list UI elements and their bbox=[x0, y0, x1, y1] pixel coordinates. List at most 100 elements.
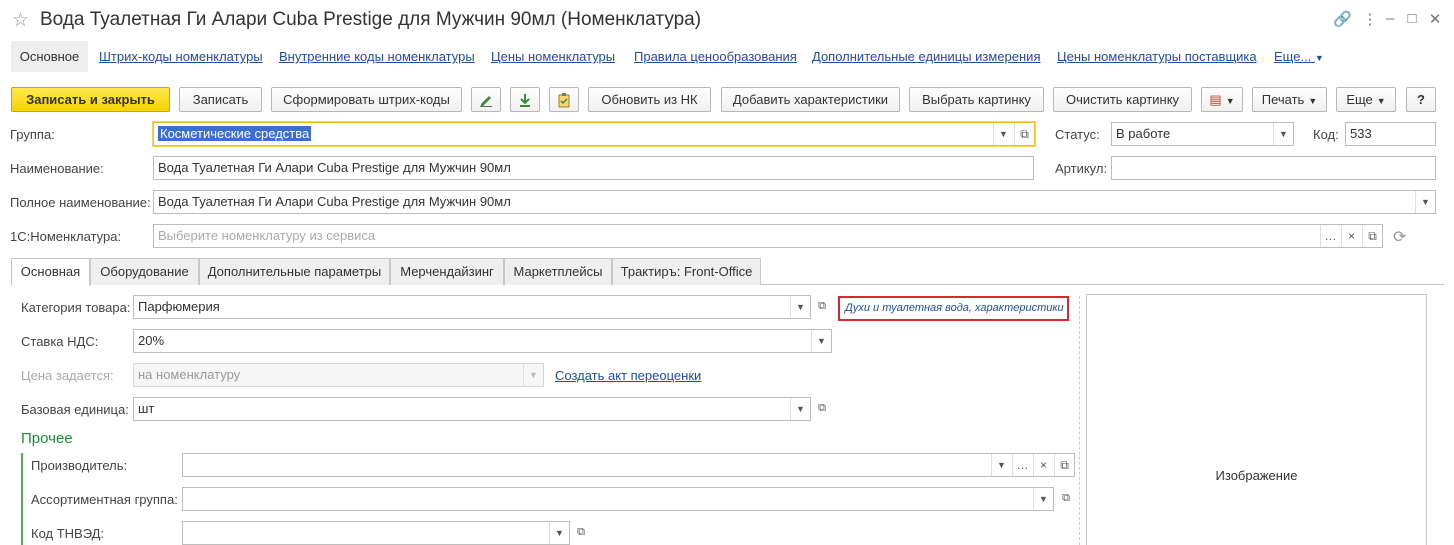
manufacturer-open-icon[interactable]: ⧉ bbox=[1054, 454, 1074, 476]
group-dropdown-icon[interactable]: ▼ bbox=[993, 123, 1013, 145]
image-splitter[interactable] bbox=[1079, 296, 1080, 545]
create-revaluation-link[interactable]: Создать акт переоценки bbox=[555, 368, 701, 383]
article-field[interactable] bbox=[1111, 156, 1436, 180]
more-button-label: Еще bbox=[1346, 92, 1373, 107]
form-tab-additional-params[interactable]: Дополнительные параметры bbox=[199, 258, 390, 285]
clear-picture-button[interactable]: Очистить картинку bbox=[1053, 87, 1192, 112]
minimize-icon[interactable]: – bbox=[1381, 10, 1399, 27]
nk-clear-icon[interactable]: × bbox=[1341, 225, 1361, 247]
category-value: Парфюмерия bbox=[138, 299, 220, 314]
manufacturer-field[interactable]: ▼ … × ⧉ bbox=[182, 453, 1075, 477]
nk-select-icon[interactable]: … bbox=[1320, 225, 1340, 247]
save-button[interactable]: Записать bbox=[179, 87, 262, 112]
name-label: Наименование: bbox=[10, 161, 104, 176]
category-open-icon[interactable]: ⧉ bbox=[813, 295, 831, 317]
update-from-nk-button[interactable]: Обновить из НК bbox=[588, 87, 711, 112]
base-unit-value: шт bbox=[138, 401, 155, 416]
manufacturer-label: Производитель: bbox=[31, 458, 128, 473]
assortment-open-icon[interactable]: ⧉ bbox=[1057, 487, 1075, 509]
base-unit-dropdown-icon[interactable]: ▼ bbox=[790, 398, 810, 420]
nav-tab-internal-codes[interactable]: Внутренние коды номенклатуры bbox=[279, 48, 475, 70]
group-open-icon[interactable]: ⧉ bbox=[1014, 123, 1034, 145]
status-field[interactable]: В работе ▼ bbox=[1111, 122, 1294, 146]
category-dropdown-icon[interactable]: ▼ bbox=[790, 296, 810, 318]
nav-tab-more-label: Еще... bbox=[1274, 49, 1312, 64]
favorite-star-icon[interactable]: ☆ bbox=[12, 9, 29, 32]
form-tab-equipment[interactable]: Оборудование bbox=[90, 258, 199, 285]
tnved-label: Код ТНВЭД: bbox=[31, 526, 105, 541]
report-icon: ▤ bbox=[1209, 92, 1222, 107]
more-icon[interactable]: ⋮ bbox=[1361, 10, 1379, 28]
price-set-dropdown-icon: ▼ bbox=[523, 364, 543, 386]
assortment-label: Ассортиментная группа: bbox=[31, 492, 178, 507]
category-hint-link[interactable]: Духи и туалетная вода, характеристики не… bbox=[838, 296, 1069, 321]
nav-tab-prices[interactable]: Цены номенклатуры bbox=[491, 48, 615, 70]
manufacturer-clear-icon[interactable]: × bbox=[1033, 454, 1053, 476]
nav-tab-pricing-rules[interactable]: Правила ценообразования bbox=[634, 48, 797, 70]
base-unit-label: Базовая единица: bbox=[21, 402, 129, 417]
download-icon-button[interactable] bbox=[510, 87, 540, 112]
group-label: Группа: bbox=[10, 127, 55, 142]
tnved-field[interactable]: ▼ bbox=[182, 521, 570, 545]
code-field[interactable]: 533 bbox=[1345, 122, 1436, 146]
nk-field[interactable]: Выберите номенклатуру из сервиса … × ⧉ bbox=[153, 224, 1383, 248]
link-icon[interactable]: 🔗 bbox=[1333, 10, 1352, 28]
base-unit-open-icon[interactable]: ⧉ bbox=[813, 397, 831, 419]
edit-icon-button[interactable] bbox=[471, 87, 501, 112]
article-label: Артикул: bbox=[1055, 161, 1108, 176]
maximize-icon[interactable]: □ bbox=[1403, 10, 1421, 27]
vat-dropdown-icon[interactable]: ▼ bbox=[811, 330, 831, 352]
nav-tab-more[interactable]: Еще... ▼ bbox=[1274, 48, 1324, 70]
tnved-open-icon[interactable]: ⧉ bbox=[572, 521, 590, 543]
tnved-dropdown-icon[interactable]: ▼ bbox=[549, 522, 569, 544]
generate-barcodes-button[interactable]: Сформировать штрих-коды bbox=[271, 87, 462, 112]
image-box[interactable] bbox=[1086, 294, 1427, 545]
choose-picture-button[interactable]: Выбрать картинку bbox=[909, 87, 1044, 112]
report-menu-button[interactable]: ▤ ▼ bbox=[1201, 87, 1243, 112]
status-dropdown-icon[interactable]: ▼ bbox=[1273, 123, 1293, 145]
window-title: Вода Туалетная Ги Алари Cuba Prestige дл… bbox=[40, 9, 702, 30]
vat-label: Ставка НДС: bbox=[21, 334, 99, 349]
chevron-down-icon: ▼ bbox=[1308, 96, 1318, 106]
vat-value: 20% bbox=[138, 333, 165, 348]
nk-open-icon[interactable]: ⧉ bbox=[1362, 225, 1382, 247]
manufacturer-dropdown-icon[interactable]: ▼ bbox=[991, 454, 1011, 476]
status-label: Статус: bbox=[1055, 127, 1100, 142]
category-field[interactable]: Парфюмерия ▼ bbox=[133, 295, 811, 319]
save-and-close-button[interactable]: Записать и закрыть bbox=[11, 87, 170, 112]
vat-field[interactable]: 20% ▼ bbox=[133, 329, 832, 353]
chevron-down-icon: ▼ bbox=[1314, 53, 1324, 63]
full-name-field[interactable]: Вода Туалетная Ги Алари Cuba Prestige дл… bbox=[153, 190, 1436, 214]
assortment-dropdown-icon[interactable]: ▼ bbox=[1033, 488, 1053, 510]
base-unit-field[interactable]: шт ▼ bbox=[133, 397, 811, 421]
section-other-bar bbox=[21, 453, 23, 545]
add-characteristics-button[interactable]: Добавить характеристики bbox=[721, 87, 900, 112]
nav-tab-supplier-prices[interactable]: Цены номенклатуры поставщика bbox=[1057, 48, 1257, 70]
print-button[interactable]: Печать ▼ bbox=[1252, 87, 1327, 112]
chevron-down-icon: ▼ bbox=[1376, 96, 1386, 106]
category-label: Категория товара: bbox=[21, 300, 131, 315]
form-tab-front-office[interactable]: Трактиръ: Front-Office bbox=[612, 258, 761, 285]
form-tab-merchandising[interactable]: Мерчендайзинг bbox=[390, 258, 504, 285]
form-tab-main[interactable]: Основная bbox=[11, 258, 90, 286]
clipboard-icon-button[interactable] bbox=[549, 87, 579, 112]
nk-label: 1С:Номенклатура: bbox=[10, 229, 122, 244]
full-name-dropdown-icon[interactable]: ▼ bbox=[1415, 191, 1435, 213]
close-icon[interactable]: ✕ bbox=[1426, 10, 1444, 28]
group-field[interactable]: Косметические средства ▼ ⧉ bbox=[153, 122, 1035, 146]
refresh-icon[interactable]: ⟳ bbox=[1393, 227, 1406, 247]
chevron-down-icon: ▼ bbox=[1225, 96, 1235, 106]
print-button-label: Печать bbox=[1261, 92, 1305, 107]
manufacturer-select-icon[interactable]: … bbox=[1012, 454, 1032, 476]
nav-tab-main[interactable]: Основное bbox=[11, 41, 88, 72]
section-other-title[interactable]: Прочее bbox=[21, 430, 73, 447]
full-name-label: Полное наименование: bbox=[10, 195, 151, 210]
form-tab-marketplaces[interactable]: Маркетплейсы bbox=[504, 258, 612, 285]
more-button[interactable]: Еще ▼ bbox=[1336, 87, 1396, 112]
assortment-field[interactable]: ▼ bbox=[182, 487, 1054, 511]
name-field[interactable]: Вода Туалетная Ги Алари Cuba Prestige дл… bbox=[153, 156, 1034, 180]
help-button[interactable]: ? bbox=[1406, 87, 1436, 112]
nav-tab-barcodes[interactable]: Штрих-коды номенклатуры bbox=[99, 48, 263, 70]
status-value: В работе bbox=[1116, 126, 1171, 141]
nav-tab-units[interactable]: Дополнительные единицы измерения bbox=[812, 48, 1040, 70]
